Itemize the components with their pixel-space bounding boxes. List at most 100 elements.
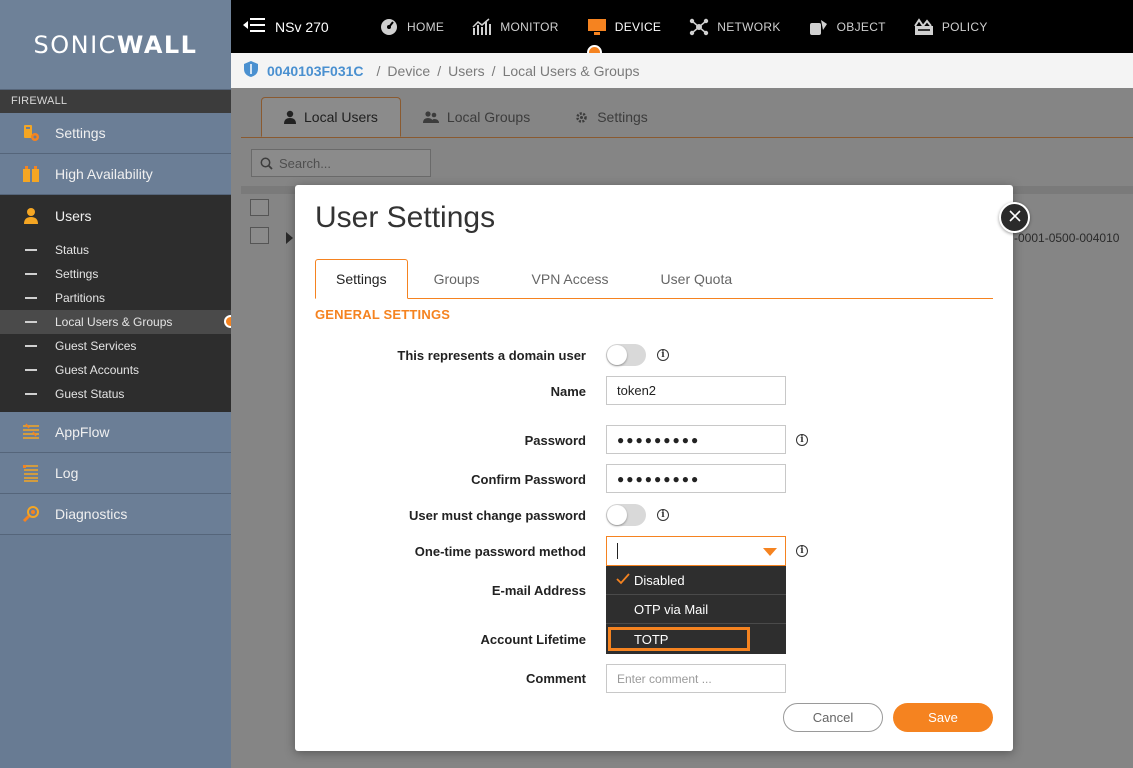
info-icon[interactable]: i xyxy=(796,545,808,557)
otp-option-disabled[interactable]: Disabled xyxy=(606,566,786,595)
sidebar-subitem-partitions[interactable]: Partitions xyxy=(0,286,231,310)
info-icon[interactable]: i xyxy=(657,509,669,521)
select-all-checkbox[interactable] xyxy=(250,199,269,216)
cancel-button[interactable]: Cancel xyxy=(783,703,883,732)
sidebar-subitem-settings[interactable]: Settings xyxy=(0,262,231,286)
dialog-tab-user-quota[interactable]: User Quota xyxy=(635,259,759,299)
top-bar: NSv 270 HOME MONITOR DEVICE NETWORK OBJE… xyxy=(231,0,1133,60)
name-label: Name xyxy=(550,384,586,399)
search-icon xyxy=(260,157,273,170)
tab-label: Local Groups xyxy=(446,109,531,125)
breadcrumb-separator: / xyxy=(376,62,381,79)
sidebar-item-label: Users xyxy=(55,207,92,224)
otp-option-mail[interactable]: OTP via Mail xyxy=(606,595,786,624)
dash-icon xyxy=(25,369,37,371)
sidebar-item-users[interactable]: Users xyxy=(0,195,231,236)
breadcrumb: 0040103F031C / Device / Users / Local Us… xyxy=(231,53,1133,88)
dropdown-arrow-icon[interactable] xyxy=(763,548,777,556)
info-icon[interactable]: i xyxy=(796,434,808,446)
menu-collapse-icon[interactable] xyxy=(243,18,265,35)
logo-text-bold: WALL xyxy=(116,30,198,59)
product-menu[interactable]: NSv 270 xyxy=(231,18,371,35)
dash-icon xyxy=(25,297,37,299)
dashboard-icon xyxy=(379,18,399,36)
top-nav-label: HOME xyxy=(407,19,445,34)
sidebar-section-firewall: FIREWALL xyxy=(0,90,231,113)
dialog-tabs: Settings Groups VPN Access User Quota xyxy=(315,259,993,299)
dialog-tab-groups[interactable]: Groups xyxy=(408,259,506,299)
toggle-knob xyxy=(607,345,627,365)
sidebar-subitem-guest-services[interactable]: Guest Services xyxy=(0,334,231,358)
dash-icon xyxy=(25,273,37,275)
top-nav-monitor[interactable]: MONITOR xyxy=(472,0,559,53)
sidebar-item-appflow[interactable]: AppFlow xyxy=(0,412,231,453)
domain-user-toggle[interactable] xyxy=(606,344,646,366)
top-nav-label: POLICY xyxy=(941,19,988,34)
name-field[interactable]: token2 xyxy=(606,376,786,405)
otp-method-dropdown: Disabled OTP via Mail TOTP xyxy=(606,566,786,654)
sidebar-item-diagnostics[interactable]: Diagnostics xyxy=(0,494,231,535)
logo: SONICWALL xyxy=(0,0,231,90)
sidebar-item-label: High Availability xyxy=(55,166,153,182)
monitor-chart-icon xyxy=(472,17,492,36)
tab-settings[interactable]: Settings xyxy=(552,97,670,137)
row-checkbox[interactable] xyxy=(250,227,269,244)
save-button[interactable]: Save xyxy=(893,703,993,732)
top-nav-policy[interactable]: POLICY xyxy=(913,0,988,53)
sidebar-item-label: Diagnostics xyxy=(55,506,128,522)
breadcrumb-device[interactable]: Device xyxy=(387,63,430,79)
close-button[interactable] xyxy=(999,202,1030,233)
tab-local-users[interactable]: Local Users xyxy=(261,97,401,137)
subitem-label: Settings xyxy=(55,267,99,281)
top-nav-object[interactable]: OBJECT xyxy=(809,0,886,53)
sidebar: SONICWALL FIREWALL Settings High Availab… xyxy=(0,0,237,768)
breadcrumb-separator: / xyxy=(437,62,442,79)
password-field[interactable]: ●●●●●●●●● xyxy=(606,425,786,454)
subitem-label: Local Users & Groups xyxy=(55,315,173,329)
sidebar-subitem-status[interactable]: Status xyxy=(0,238,231,262)
sidebar-item-settings[interactable]: Settings xyxy=(0,113,231,154)
product-name: NSv 270 xyxy=(275,18,329,35)
comment-field[interactable]: Enter comment ... xyxy=(606,664,786,693)
top-nav-home[interactable]: HOME xyxy=(379,0,444,53)
subitem-label: Guest Accounts xyxy=(55,363,140,377)
user-icon xyxy=(21,206,41,226)
subitem-label: Guest Status xyxy=(55,387,125,401)
otp-option-totp[interactable]: TOTP xyxy=(608,627,750,651)
confirm-password-field[interactable]: ●●●●●●●●● xyxy=(606,464,786,493)
option-label: Disabled xyxy=(634,572,685,588)
sidebar-item-label: AppFlow xyxy=(55,424,110,440)
breadcrumb-serial[interactable]: 0040103F031C xyxy=(267,63,364,79)
tab-label: Local Users xyxy=(304,109,378,125)
top-nav-network[interactable]: NETWORK xyxy=(689,0,780,53)
sidebar-subitem-guest-accounts[interactable]: Guest Accounts xyxy=(0,358,231,382)
must-change-password-toggle[interactable] xyxy=(606,504,646,526)
sidebar-subitem-local-users-groups[interactable]: Local Users & Groups xyxy=(0,310,237,334)
policy-icon xyxy=(913,17,934,36)
top-nav-label: OBJECT xyxy=(836,19,886,34)
close-icon xyxy=(1008,210,1021,225)
tab-label: Settings xyxy=(597,109,648,125)
dialog-tab-vpn-access[interactable]: VPN Access xyxy=(506,259,635,299)
sidebar-subitem-guest-status[interactable]: Guest Status xyxy=(0,382,231,406)
subitem-label: Status xyxy=(55,243,90,257)
sidebar-item-high-availability[interactable]: High Availability xyxy=(0,154,231,195)
tab-local-groups[interactable]: Local Groups xyxy=(401,97,552,137)
option-label: OTP via Mail xyxy=(634,601,709,617)
domain-user-label: This represents a domain user xyxy=(397,348,586,363)
sidebar-item-label: Settings xyxy=(55,125,106,141)
toggle-knob xyxy=(607,505,627,525)
expand-arrow-icon[interactable] xyxy=(286,232,293,244)
high-availability-icon xyxy=(21,164,41,184)
sidebar-item-log[interactable]: Log xyxy=(0,453,231,494)
breadcrumb-users[interactable]: Users xyxy=(448,63,485,79)
top-nav-label: DEVICE xyxy=(614,19,662,34)
info-icon[interactable]: i xyxy=(657,349,669,361)
otp-method-select[interactable] xyxy=(606,536,786,566)
users-submenu: Status Settings Partitions Local Users &… xyxy=(0,236,237,412)
comment-label: Comment xyxy=(526,671,586,686)
user-icon xyxy=(284,110,296,124)
top-nav-device[interactable]: DEVICE xyxy=(586,0,662,60)
dialog-tab-settings[interactable]: Settings xyxy=(315,259,408,299)
search-input[interactable]: Search... xyxy=(251,149,431,177)
